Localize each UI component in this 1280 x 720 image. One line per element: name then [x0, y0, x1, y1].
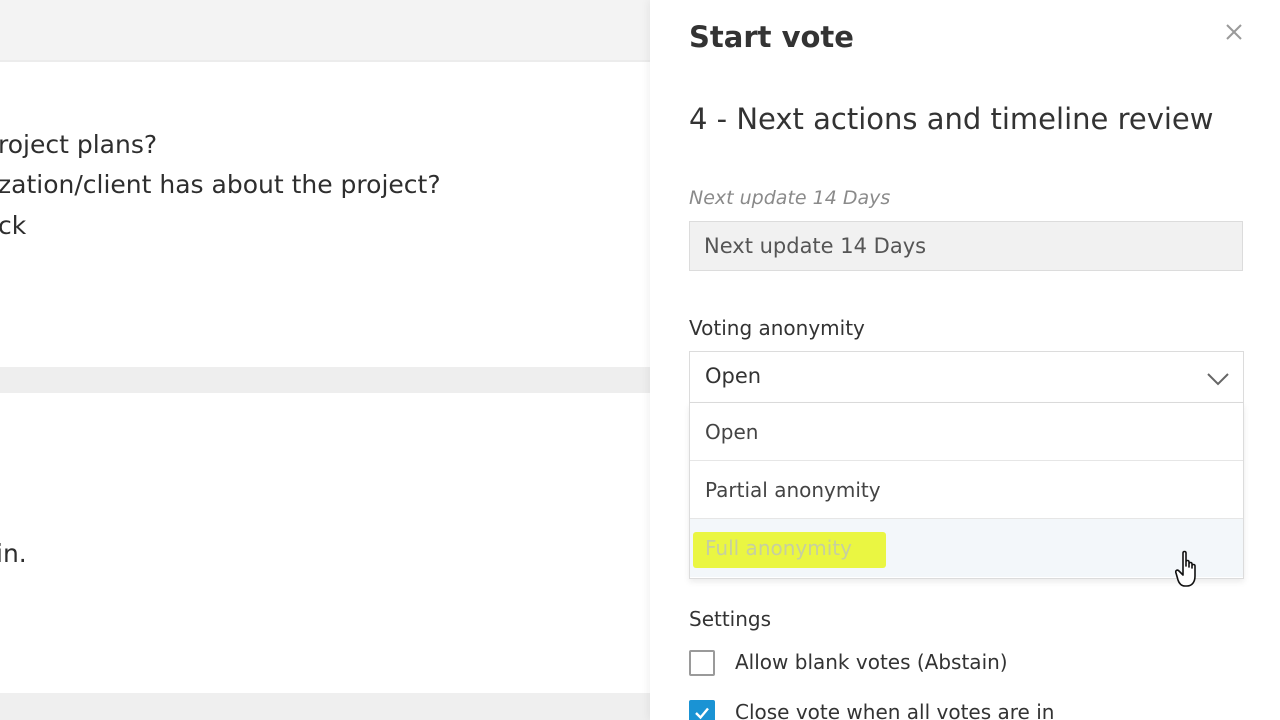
- close-vote-label: Close vote when all votes are in: [735, 700, 1055, 720]
- close-button[interactable]: [1220, 18, 1248, 46]
- select-value: Open: [705, 364, 762, 388]
- background-text-line: ck: [0, 211, 27, 240]
- background-footer: [0, 693, 650, 720]
- allow-blank-votes-checkbox[interactable]: [689, 650, 715, 676]
- option-label: Open: [705, 420, 759, 444]
- settings-label: Settings: [689, 607, 772, 631]
- panel-title: Start vote: [689, 20, 854, 54]
- anonymity-dropdown-menu: Open Partial anonymity Full anonymity: [689, 403, 1244, 579]
- background-card: in.: [0, 393, 650, 693]
- background-page: roject plans? zation/client has about th…: [0, 0, 650, 720]
- close-icon: [1226, 24, 1242, 40]
- option-open[interactable]: Open: [690, 403, 1243, 461]
- option-label: Full anonymity: [705, 536, 852, 560]
- voting-anonymity-select[interactable]: Open: [689, 351, 1244, 403]
- close-vote-checkbox[interactable]: [689, 700, 715, 720]
- background-card: roject plans? zation/client has about th…: [0, 62, 650, 367]
- voting-anonymity-label: Voting anonymity: [689, 316, 865, 340]
- agenda-item-title: 4 - Next actions and timeline review: [689, 102, 1214, 136]
- background-text-line: zation/client has about the project?: [0, 170, 441, 199]
- option-label: Partial anonymity: [705, 478, 881, 502]
- background-text-line: roject plans?: [0, 130, 158, 159]
- screen: roject plans? zation/client has about th…: [0, 0, 1280, 720]
- vote-title-input[interactable]: Next update 14 Days: [689, 221, 1243, 271]
- background-topbar: [0, 0, 650, 60]
- option-full-anonymity[interactable]: Full anonymity: [690, 519, 1243, 577]
- background-divider: [0, 367, 650, 393]
- start-vote-panel: Start vote 4 - Next actions and timeline…: [650, 0, 1280, 720]
- chevron-down-icon: [1207, 373, 1229, 386]
- allow-blank-votes-label: Allow blank votes (Abstain): [735, 650, 1008, 674]
- vote-title-label: Next update 14 Days: [689, 187, 891, 209]
- checkmark-icon: [695, 707, 709, 720]
- background-text-line: in.: [0, 539, 27, 568]
- option-partial-anonymity[interactable]: Partial anonymity: [690, 461, 1243, 519]
